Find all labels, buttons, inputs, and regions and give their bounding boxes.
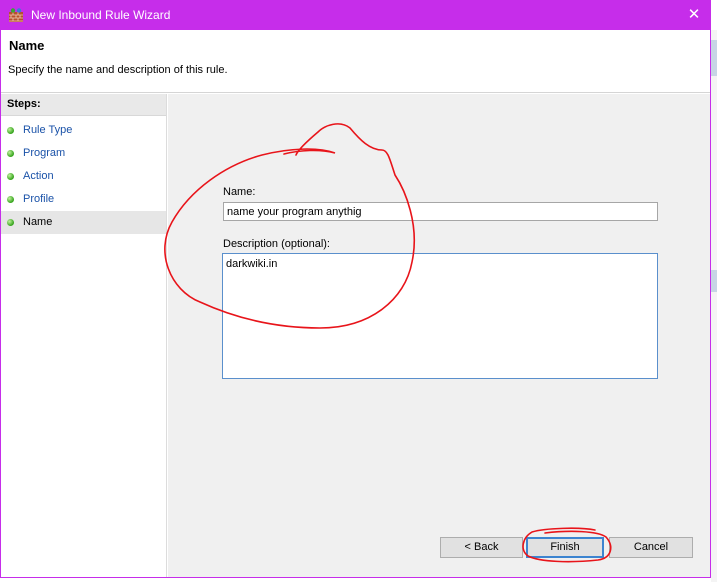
step-name[interactable]: Name — [1, 211, 166, 234]
background-window — [711, 30, 717, 582]
step-program[interactable]: Program — [1, 142, 166, 165]
wizard-content: Name: Description (optional): < Back Fin… — [168, 94, 710, 577]
finish-button[interactable]: Finish — [526, 537, 604, 558]
step-label: Action — [23, 170, 54, 182]
page-title: Name — [9, 38, 45, 53]
step-label: Profile — [23, 193, 55, 205]
step-status-icon — [7, 127, 14, 134]
step-label: Rule Type — [23, 124, 73, 136]
steps-heading-label: Steps: — [7, 98, 41, 110]
step-action[interactable]: Action — [1, 165, 166, 188]
wizard-header: Name Specify the name and description of… — [1, 30, 710, 93]
back-button[interactable]: < Back — [440, 537, 523, 558]
window-border-bottom — [0, 577, 711, 578]
step-status-icon — [7, 173, 14, 180]
step-profile[interactable]: Profile — [1, 188, 166, 211]
name-label: Name: — [223, 186, 256, 198]
step-label: Name — [23, 216, 53, 228]
step-status-icon — [7, 196, 14, 203]
close-button[interactable]: ✕ — [683, 4, 705, 26]
close-icon: ✕ — [687, 6, 701, 23]
step-status-icon — [7, 219, 14, 226]
name-input[interactable] — [223, 202, 658, 221]
step-status-icon — [7, 150, 14, 157]
description-input[interactable] — [222, 253, 658, 379]
title-bar: New Inbound Rule Wizard ✕ — [0, 0, 711, 30]
description-label: Description (optional): — [223, 238, 330, 250]
step-rule-type[interactable]: Rule Type — [1, 119, 166, 142]
window-title: New Inbound Rule Wizard — [31, 8, 171, 22]
page-description: Specify the name and description of this… — [8, 64, 228, 76]
firewall-app-icon — [9, 8, 23, 22]
cancel-button[interactable]: Cancel — [609, 537, 693, 558]
step-label: Program — [23, 147, 66, 159]
steps-panel: Steps: Rule Type Program Action Profile … — [1, 94, 167, 577]
steps-heading: Steps: — [1, 94, 166, 116]
